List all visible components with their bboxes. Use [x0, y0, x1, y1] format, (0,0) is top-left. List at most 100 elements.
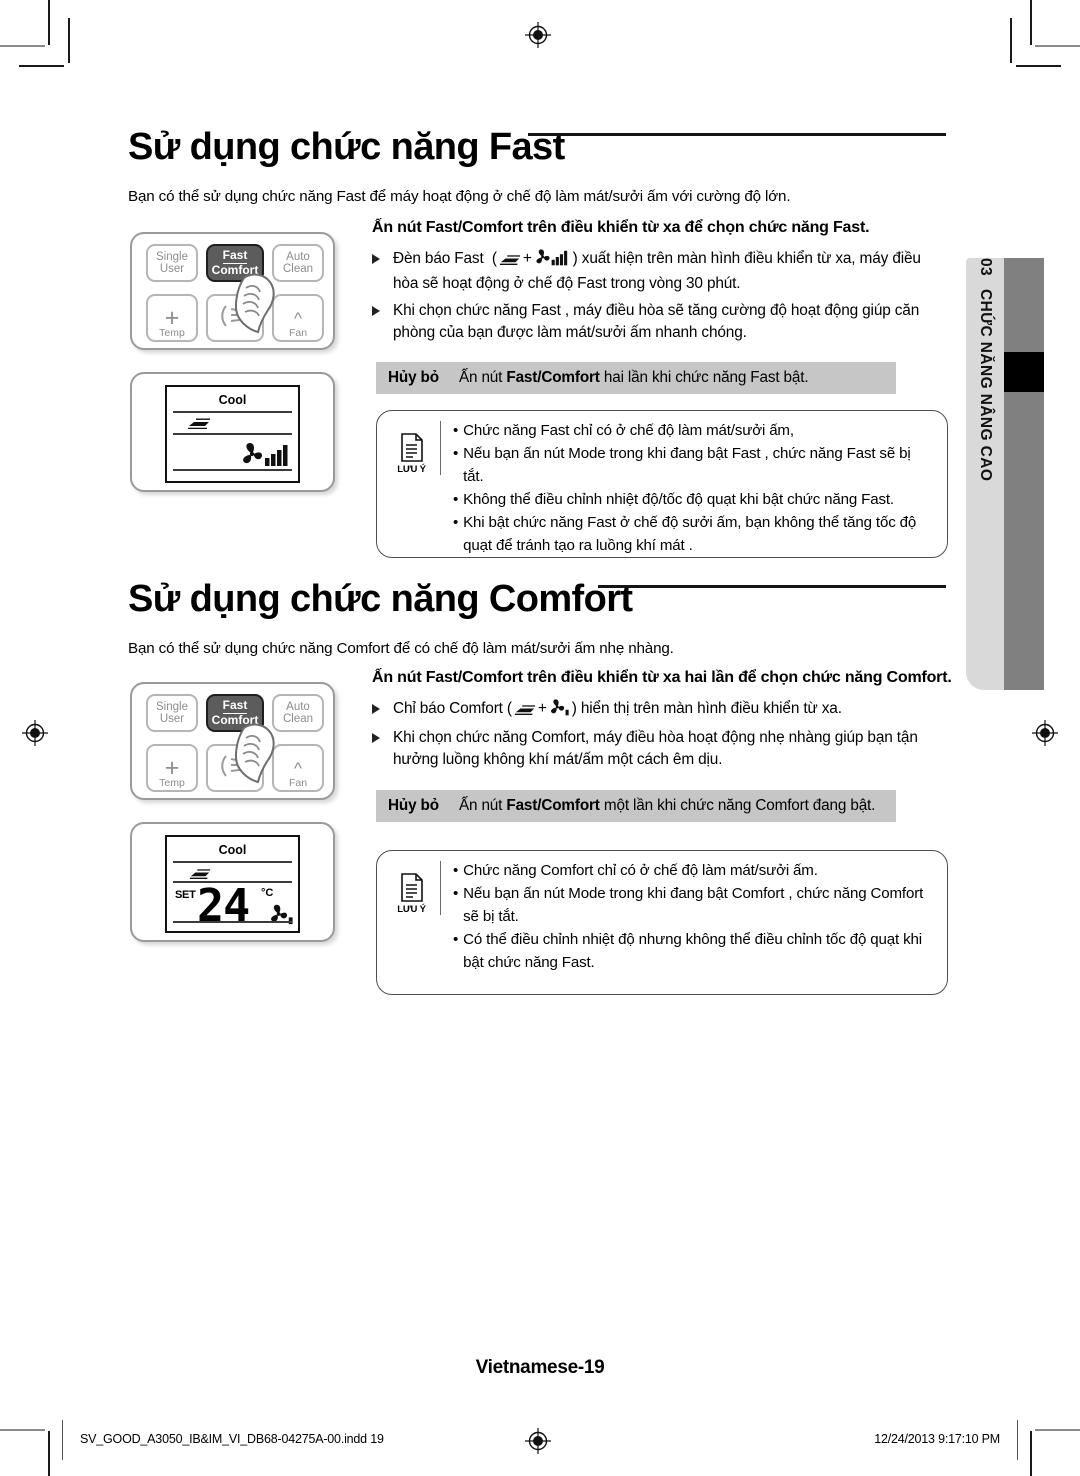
comfort-airflow-icon	[189, 866, 213, 879]
document-note-icon	[400, 873, 424, 902]
key-single-user[interactable]: Single User	[146, 694, 198, 732]
key-auto-clean-line1: Auto	[286, 250, 310, 263]
note-icon-column-fast: LƯU Ý	[383, 421, 441, 475]
footer-timestamp: 12/24/2013 9:17:10 PM	[874, 1432, 1000, 1446]
heading-rule-fast	[528, 133, 946, 136]
key-temp-up[interactable]: + Temp	[146, 294, 198, 342]
key-single-user-line2: User	[159, 263, 185, 275]
note-item-text: Không thể điều chỉnh nhiệt độ/tốc độ quạ…	[463, 490, 894, 508]
key-temp-label: Temp	[159, 326, 185, 339]
crop-mark-top-left-h-gray	[0, 45, 45, 47]
manual-page: 03 CHỨC NĂNG NÂNG CAO Sử dụng chức năng …	[0, 0, 1080, 1476]
lcd-screen-comfort: Cool SET 24 °C	[165, 835, 300, 933]
footer-rule-left	[62, 1420, 64, 1460]
registration-mark-top-icon	[525, 22, 551, 48]
page-title-fast: Sử dụng chức năng Fast	[128, 126, 565, 168]
lcd-screen-fast: Cool	[165, 385, 300, 483]
chapter-number: 03	[977, 258, 994, 277]
chevron-up-icon: ^	[294, 758, 302, 778]
note-item-text: Chức năng Comfort chỉ có ở chế độ làm má…	[463, 862, 818, 879]
heading-rule-comfort	[598, 585, 946, 588]
crop-mark-bottom-right-h-gray	[1035, 1429, 1080, 1431]
lcd-divider-1	[173, 411, 292, 413]
cancel-banner-comfort: Hủy bỏ Ấn nút Fast/Comfort một lần khi c…	[376, 790, 896, 822]
crop-mark-top-left-inner-v	[68, 18, 70, 63]
chapter-strip-marker	[1004, 352, 1044, 392]
note-box-comfort: LƯU Ý • Chức năng Comfort chỉ có ở chế độ…	[376, 850, 948, 995]
key-fast-line1: Fast	[222, 698, 248, 714]
footer-rule-right	[1016, 1420, 1018, 1460]
cancel-label-fast: Hủy bỏ	[388, 369, 439, 386]
lead-text-fast: Ấn nút Fast/Comfort trên điều khiển từ x…	[372, 219, 870, 236]
key-temp-up[interactable]: + Temp	[146, 744, 198, 792]
lcd-divider-1	[173, 861, 292, 863]
cancel-bold-comfort: Fast/Comfort	[506, 797, 600, 814]
lcd-divider-2	[173, 433, 292, 435]
note-item: • Khi bật chức năng Fast ở chế độ sưởi ấm…	[453, 512, 933, 558]
chevron-up-icon: ^	[294, 308, 302, 328]
triangle-bullet-icon	[372, 733, 380, 743]
note-item: • Nếu bạn ấn nút Mode trong khi đang bật …	[453, 883, 933, 929]
key-temp-label: Temp	[159, 776, 185, 789]
footer-filename: SV_GOOD_A3050_IB&IM_VI_DB68-04275A-00.in…	[80, 1432, 384, 1446]
note-item-text: Có thể điều chỉnh nhiệt độ nhưng không t…	[463, 930, 922, 971]
bullet-comfort-2-text: Khi chọn chức năng Comfort, máy điều hòa…	[393, 729, 918, 769]
crop-mark-top-left-v	[48, 0, 50, 45]
note-item: • Không thể điều chỉnh nhiệt độ/tốc độ qu…	[453, 489, 933, 512]
key-single-user-line1: Single	[156, 700, 188, 713]
registration-mark-left-icon	[22, 720, 48, 746]
crop-mark-bottom-right-v	[1030, 1431, 1032, 1476]
note-item-text: Chức năng Fast chỉ có ở chế độ làm mát/s…	[463, 422, 794, 439]
lcd-mode-label-comfort: Cool	[218, 843, 247, 857]
lcd-set-label: SET	[175, 889, 196, 901]
crop-mark-top-left-h	[19, 65, 64, 67]
chapter-strip	[1004, 258, 1044, 690]
lead-text-comfort: Ấn nút Fast/Comfort trên điều khiển từ x…	[372, 669, 952, 686]
fan-speed-icon-comfort	[267, 903, 297, 930]
crop-mark-bottom-left-v	[48, 1431, 50, 1476]
note-list-comfort: • Chức năng Comfort chỉ có ở chế độ làm m…	[441, 851, 947, 994]
key-auto-clean-line1: Auto	[286, 700, 310, 713]
page-title-comfort: Sử dụng chức năng Comfort	[128, 578, 633, 620]
note-item: • Có thể điều chỉnh nhiệt độ nhưng không …	[453, 929, 933, 975]
cancel-banner-fast: Hủy bỏ Ấn nút Fast/Comfort hai lần khi c…	[376, 362, 896, 394]
hand-pointer-icon	[230, 268, 292, 340]
note-item: • Chức năng Fast chỉ có ở chế độ làm mát/…	[453, 420, 933, 443]
document-note-icon	[400, 433, 424, 462]
intro-text-comfort: Bạn có thể sử dụng chức năng Comfort để …	[128, 640, 674, 657]
note-item-text: Khi bật chức năng Fast ở chế độ sưởi ấm,…	[463, 513, 917, 554]
note-list-fast: • Chức năng Fast chỉ có ở chế độ làm mát/…	[441, 411, 947, 557]
note-item: • Nếu bạn ấn nút Mode trong khi đang bật …	[453, 443, 933, 489]
bullet-fast-2-text: Khi chọn chức năng Fast , máy điều hòa s…	[393, 302, 920, 342]
bullet-comfort-1-text: Chỉ báo Comfort (+) hiển thị trên màn hì…	[393, 698, 842, 723]
chapter-title: CHỨC NĂNG NÂNG CAO	[977, 289, 994, 482]
remote-display-fast: Cool	[130, 372, 335, 492]
crop-mark-top-right-h-gray	[1035, 45, 1080, 47]
fast-airflow-icon	[187, 416, 211, 430]
note-box-fast: LƯU Ý • Chức năng Fast chỉ có ở chế độ là…	[376, 410, 948, 558]
remote-keypad-comfort: Single User Fast Comfort Auto Clean + Te…	[130, 682, 335, 800]
triangle-bullet-icon	[372, 704, 380, 714]
key-single-user[interactable]: Single User	[146, 244, 198, 282]
bullet-fast-1: Đèn báo Fast (+) xuất hiện trên màn hình…	[372, 248, 948, 296]
cancel-body-comfort: Ấn nút Fast/Comfort một lần khi chức năn…	[458, 797, 876, 814]
page-number-label: Vietnamese-19	[475, 1357, 605, 1378]
bullet-fast-2: Khi chọn chức năng Fast , máy điều hòa s…	[372, 300, 952, 345]
crop-mark-top-right-h	[1016, 65, 1061, 67]
comfort-airflow-inline-icon	[514, 700, 536, 722]
note-icon-word-fast: LƯU Ý	[397, 464, 426, 475]
bullet-comfort-1: Chỉ báo Comfort (+) hiển thị trên màn hì…	[372, 698, 952, 723]
lcd-divider-3	[173, 921, 292, 923]
note-icon-column-comfort: LƯU Ý	[383, 861, 441, 915]
fan-speed-icon-fast	[241, 441, 293, 472]
fan-speed-inline-icon-fast	[533, 248, 573, 273]
remote-keypad-fast: Single User Fast Comfort Auto Clean + Te…	[130, 232, 335, 350]
key-fast-line1: Fast	[222, 248, 248, 264]
crop-mark-top-right-v	[1030, 0, 1032, 45]
triangle-bullet-icon	[372, 306, 380, 316]
intro-text-fast: Bạn có thể sử dụng chức năng Fast để máy…	[128, 188, 791, 205]
cancel-body-fast: Ấn nút Fast/Comfort hai lần khi chức năn…	[458, 369, 809, 386]
fan-speed-inline-icon-comfort	[548, 698, 572, 723]
lcd-temperature-unit: °C	[261, 887, 274, 899]
registration-mark-right-icon	[1032, 720, 1058, 746]
